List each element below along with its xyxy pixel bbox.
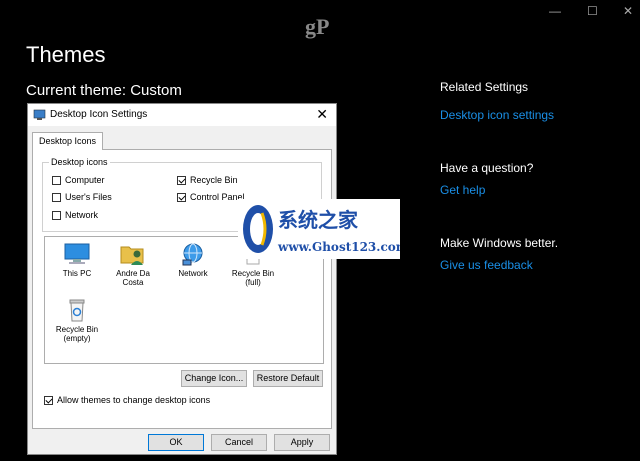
checkbox-label: Computer — [65, 175, 105, 185]
dialog-app-icon — [33, 109, 46, 120]
dialog-close-button[interactable]: ✕ — [316, 106, 328, 123]
ok-button[interactable]: OK — [148, 434, 204, 451]
logo-url-text: www.Ghost123.com — [277, 240, 400, 254]
user-folder-icon — [120, 246, 144, 265]
cancel-button[interactable]: Cancel — [211, 434, 267, 451]
icon-item-label: Andre Da Costa — [116, 269, 150, 287]
desktop-icon-settings-link[interactable]: Desktop icon settings — [440, 108, 554, 122]
icon-item-label: Network — [178, 269, 208, 278]
checkbox-box — [52, 192, 61, 202]
checkbox-box — [177, 175, 186, 185]
related-settings-heading: Related Settings — [440, 80, 529, 94]
question-heading: Have a question? — [440, 161, 534, 175]
desktop-icon-settings-dialog: Desktop Icon Settings ✕ Desktop Icons De… — [27, 103, 337, 455]
ghost123-logo: 系统之家 www.Ghost123.com — [238, 199, 409, 259]
icon-item-label: Recycle Bin (empty) — [55, 325, 99, 343]
pc-icon — [64, 243, 90, 264]
give-feedback-link[interactable]: Give us feedback — [440, 258, 533, 272]
checkbox-label: Control Panel — [190, 192, 245, 202]
icon-item-recycle-bin-empty[interactable]: Recycle Bin (empty) — [49, 297, 105, 343]
allow-themes-checkbox[interactable]: Allow themes to change desktop icons — [44, 395, 210, 405]
make-windows-better-heading: Make Windows better. — [440, 236, 559, 250]
checkbox-label: Network — [65, 210, 99, 220]
recycle-bin-checkbox[interactable]: Recycle Bin — [177, 175, 238, 185]
get-help-link[interactable]: Get help — [440, 183, 485, 197]
tab-desktop-icons[interactable]: Desktop Icons — [32, 132, 104, 150]
recycle-bin-empty-icon — [69, 299, 85, 322]
icon-item-user-files[interactable]: Andre Da Costa — [105, 241, 161, 287]
apply-button[interactable]: Apply — [274, 434, 330, 451]
network-icon — [182, 243, 203, 266]
users-files-checkbox[interactable]: User's Files — [52, 192, 112, 202]
ghost-logo-graphic: 系统之家 www.Ghost123.com — [238, 199, 409, 259]
restore-default-button[interactable]: Restore Default — [253, 370, 323, 387]
current-theme-label: Current theme: Custom — [26, 82, 182, 99]
checkbox-box — [52, 210, 61, 220]
control-panel-checkbox[interactable]: Control Panel — [177, 192, 245, 202]
icon-item-label: Recycle Bin (full) — [231, 269, 275, 287]
change-icon-button[interactable]: Change Icon... — [181, 370, 247, 387]
checkbox-label: User's Files — [65, 192, 112, 202]
close-button[interactable]: ✕ — [623, 4, 633, 18]
checkbox-label: Recycle Bin — [190, 175, 238, 185]
icon-item-label: This PC — [62, 269, 92, 278]
logo-chinese-text: 系统之家 — [278, 208, 359, 232]
icon-item-this-pc[interactable]: This PC — [49, 241, 105, 278]
icon-item-network[interactable]: Network — [165, 241, 221, 278]
checkbox-box — [44, 395, 53, 405]
network-checkbox[interactable]: Network — [52, 210, 98, 220]
gp-watermark: gP — [305, 14, 330, 39]
maximize-button[interactable]: ☐ — [587, 4, 598, 18]
group-label: Desktop icons — [49, 157, 110, 167]
checkbox-box — [177, 192, 186, 202]
tab-panel: Desktop icons Computer Recycle Bin User'… — [32, 149, 332, 429]
dialog-title: Desktop Icon Settings — [50, 109, 148, 120]
page-title: Themes — [26, 42, 106, 67]
minimize-button[interactable]: — — [549, 4, 561, 18]
computer-checkbox[interactable]: Computer — [52, 175, 105, 185]
checkbox-label: Allow themes to change desktop icons — [57, 395, 211, 405]
checkbox-box — [52, 175, 61, 185]
dialog-titlebar: Desktop Icon Settings ✕ — [28, 104, 336, 126]
